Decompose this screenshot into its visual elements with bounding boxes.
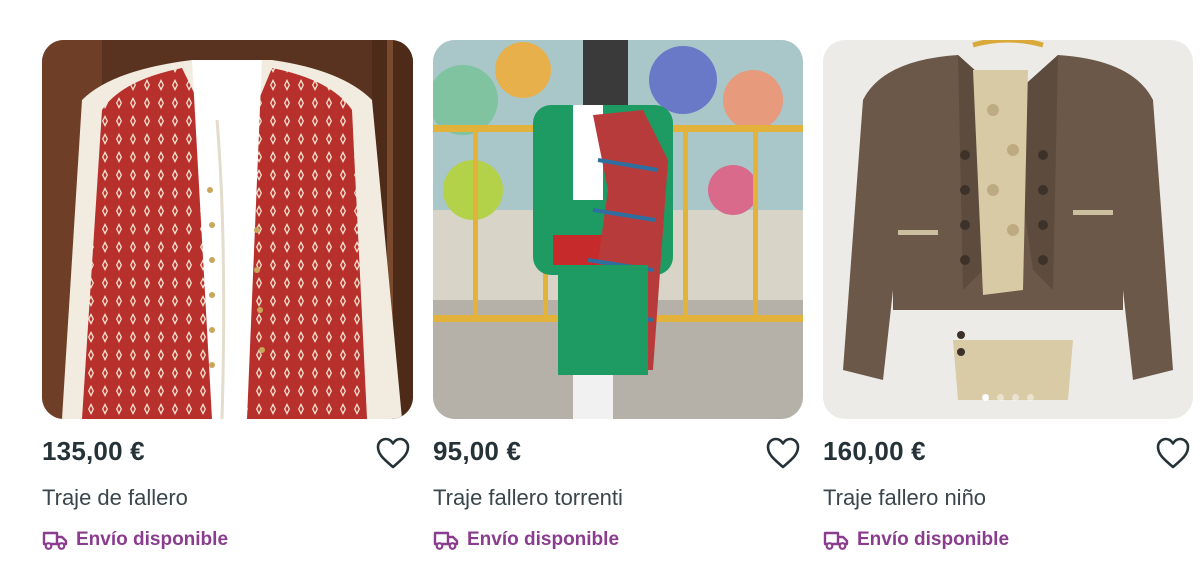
product-grid: 135,00 € Traje de fallero Envío disponib… [0,0,1200,570]
carousel-dot[interactable] [1012,394,1019,401]
shipping-label: Envío disponible [467,529,620,550]
product-price: 95,00 € [433,436,522,466]
product-price: 135,00 € [42,436,145,466]
child-costume-photo [433,40,803,419]
truck-icon [433,531,459,550]
heart-outline-icon[interactable] [765,436,801,470]
heart-outline-icon[interactable] [1155,436,1191,470]
product-price: 160,00 € [823,436,926,466]
shipping-available: Envío disponible [823,529,1009,551]
product-image[interactable] [42,40,413,419]
shipping-available: Envío disponible [42,529,228,551]
product-card[interactable]: 160,00 € Traje fallero niño Envío dispon… [823,40,1193,560]
shipping-label: Envío disponible [857,529,1010,550]
jacket-photo [823,40,1193,419]
carousel-indicator [42,394,413,401]
vest-photo [42,40,413,419]
product-title[interactable]: Traje de fallero [42,485,188,511]
carousel-indicator [823,394,1193,401]
truck-icon [42,531,68,550]
product-card[interactable]: 135,00 € Traje de fallero Envío disponib… [42,40,413,560]
product-card[interactable]: 95,00 € Traje fallero torrenti Envío dis… [433,40,803,560]
product-image[interactable] [433,40,803,419]
product-title[interactable]: Traje fallero torrenti [433,485,623,511]
truck-icon [823,531,849,550]
product-title[interactable]: Traje fallero niño [823,485,986,511]
carousel-dot[interactable] [224,394,231,401]
shipping-label: Envío disponible [76,529,229,550]
heart-outline-icon[interactable] [375,436,411,470]
carousel-dot[interactable] [997,394,1004,401]
carousel-dot[interactable] [982,394,989,401]
shipping-available: Envío disponible [433,529,619,551]
product-image[interactable] [823,40,1193,419]
carousel-dot[interactable] [1027,394,1034,401]
